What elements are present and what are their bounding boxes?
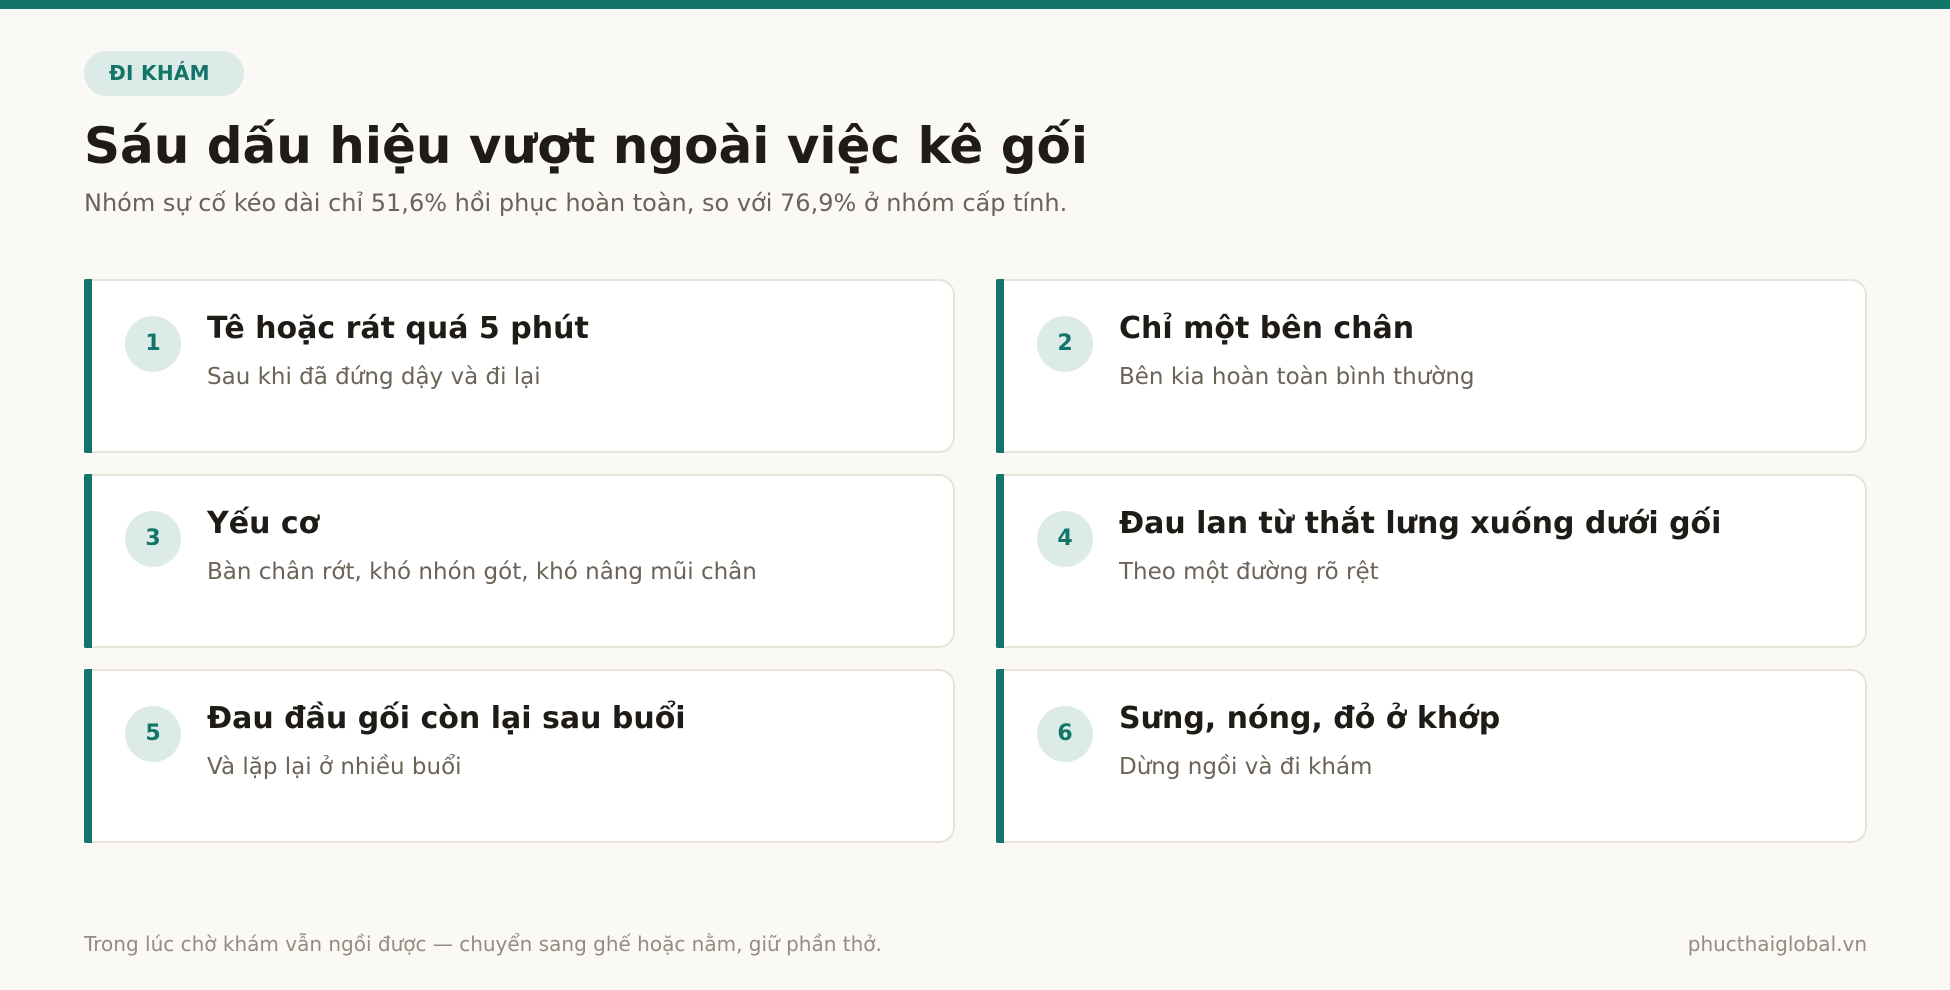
page-content: ĐI KHÁM Sáu dấu hiệu vượt ngoài việc kê … [84,51,1867,843]
sign-title: Sưng, nóng, đỏ ở khớp [1119,701,1501,736]
sign-card: 6 Sưng, nóng, đỏ ở khớp Dừng ngồi và đi … [996,669,1867,843]
sign-description: Bàn chân rớt, khó nhón gót, khó nâng mũi… [207,559,757,585]
sign-description: Bên kia hoàn toàn bình thường [1119,364,1475,390]
page-subtitle: Nhóm sự cố kéo dài chỉ 51,6% hồi phục ho… [84,189,1068,217]
page-title: Sáu dấu hiệu vượt ngoài việc kê gối [84,117,1089,175]
sign-description: Dừng ngồi và đi khám [1119,754,1373,780]
sign-description: Theo một đường rõ rệt [1119,559,1379,585]
sign-title: Tê hoặc rát quá 5 phút [207,311,589,346]
sign-title: Đau đầu gối còn lại sau buổi [207,701,686,736]
footer-note: Trong lúc chờ khám vẫn ngồi được — chuyể… [84,932,882,956]
sign-number-badge: 1 [125,316,181,372]
sign-title: Yếu cơ [207,506,320,541]
top-accent-bar [0,0,1950,9]
sign-number-badge: 5 [125,706,181,762]
signs-grid: 1 Tê hoặc rát quá 5 phút Sau khi đã đứng… [84,279,1867,843]
sign-number-badge: 2 [1037,316,1093,372]
sign-title: Chỉ một bên chân [1119,311,1415,346]
sign-number-badge: 3 [125,511,181,567]
sign-number-badge: 4 [1037,511,1093,567]
sign-number-badge: 6 [1037,706,1093,762]
sign-card: 4 Đau lan từ thắt lưng xuống dưới gối Th… [996,474,1867,648]
sign-title: Đau lan từ thắt lưng xuống dưới gối [1119,506,1722,541]
sign-description: Và lặp lại ở nhiều buổi [207,754,462,780]
sign-card: 3 Yếu cơ Bàn chân rớt, khó nhón gót, khó… [84,474,955,648]
category-badge: ĐI KHÁM [84,51,244,96]
sign-description: Sau khi đã đứng dậy và đi lại [207,364,541,390]
sign-card: 1 Tê hoặc rát quá 5 phút Sau khi đã đứng… [84,279,955,453]
sign-card: 2 Chỉ một bên chân Bên kia hoàn toàn bìn… [996,279,1867,453]
footer-site-link[interactable]: phucthaiglobal.vn [1688,930,1867,958]
sign-card: 5 Đau đầu gối còn lại sau buổi Và lặp lạ… [84,669,955,843]
